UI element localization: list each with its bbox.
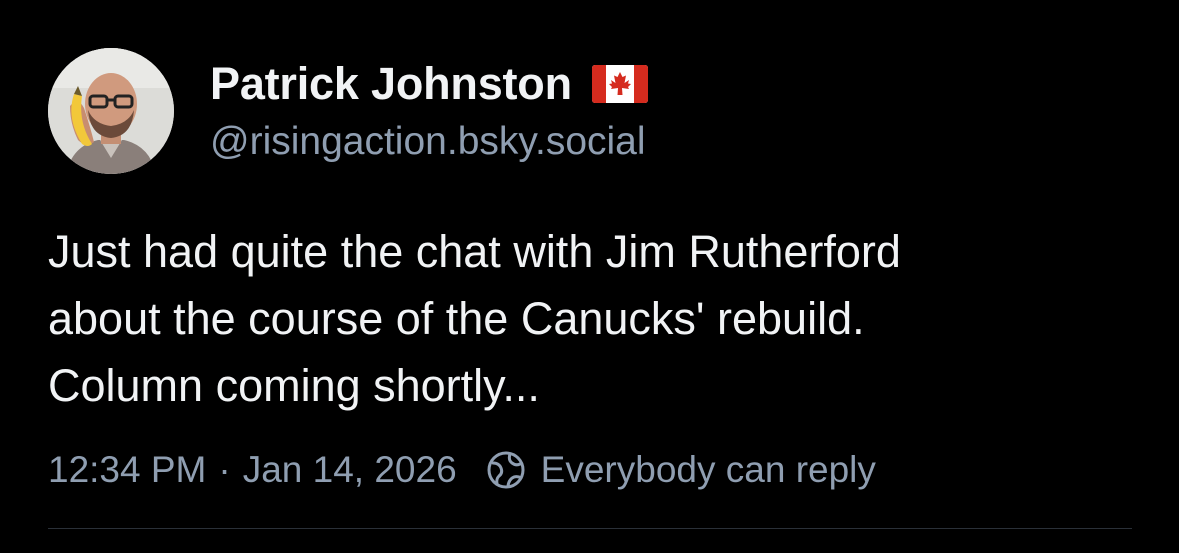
post-date: Jan 14, 2026 [242,449,457,490]
post-time: 12:34 PM [48,449,207,490]
author-display-name[interactable]: Patrick Johnston [210,58,572,110]
reply-setting[interactable]: Everybody can reply [485,449,876,491]
divider [48,528,1132,529]
canada-flag-icon [591,65,648,103]
avatar[interactable] [48,48,174,174]
post-text: Just had quite the chat with Jim Rutherf… [48,226,901,411]
post-card: Patrick Johnston @risingaction.bsky.soci… [0,0,1179,553]
avatar-photo [48,48,174,174]
reply-setting-label: Everybody can reply [540,449,876,490]
meta-separator: · [218,449,231,490]
author-name-row: Patrick Johnston [210,56,648,112]
author-handle[interactable]: @risingaction.bsky.social [210,120,646,164]
globe-icon [487,451,525,489]
post-meta: 12:34 PM · Jan 14, 2026 Everybody can re… [48,444,876,496]
